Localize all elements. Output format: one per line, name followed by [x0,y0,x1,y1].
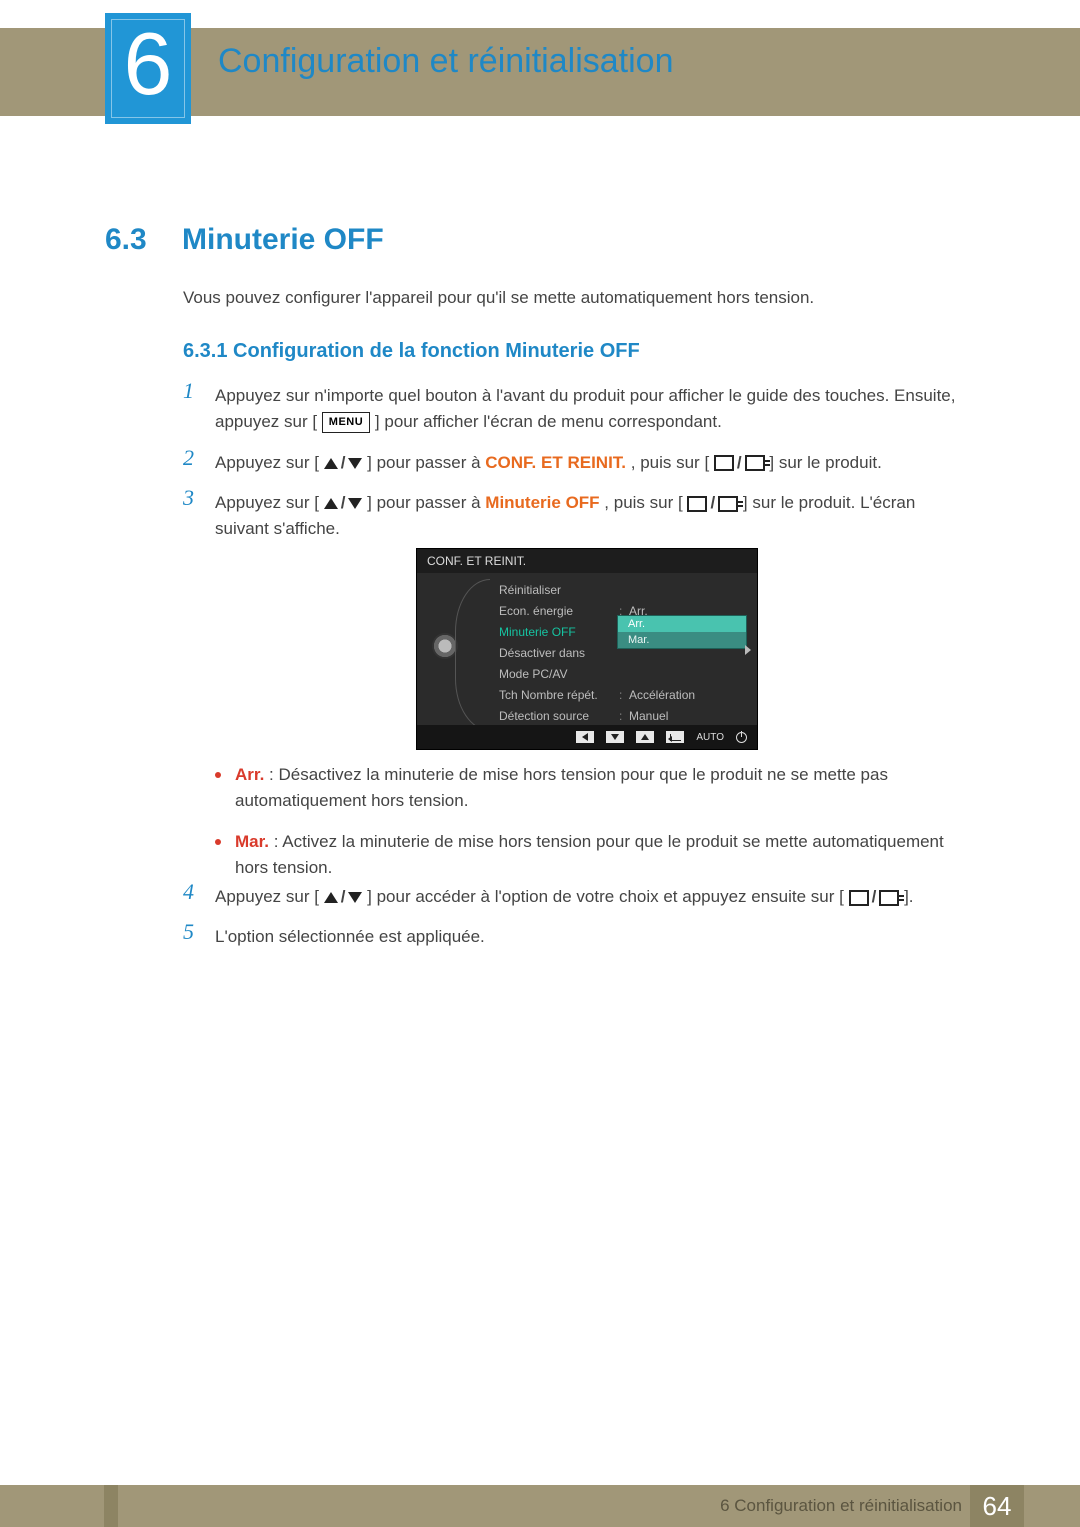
osd-footer-auto: AUTO [696,732,724,743]
steps-list: 1 Appuyez sur n'importe quel bouton à l'… [183,383,973,557]
section-number: 6.3 [105,223,147,257]
step-text: Appuyez sur [ / ] pour accéder à l'optio… [215,884,973,910]
step-text: Appuyez sur [ / ] pour passer à Minuteri… [215,490,973,543]
steps-list-cont: 4 Appuyez sur [ / ] pour accéder à l'opt… [183,884,973,965]
page-number-badge: 64 [970,1485,1024,1527]
text-fragment: ] pour passer à [367,453,485,472]
text-fragment: ] sur le produit. [769,453,881,472]
subsection-heading: 6.3.1 Configuration de la fonction Minut… [183,340,640,363]
osd-row: Réinitialiser [499,579,743,600]
up-arrow-icon [324,498,338,509]
down-arrow-icon [348,498,362,509]
up-arrow-icon [324,892,338,903]
bullet-arr: Arr. : Désactivez la minuterie de mise h… [215,762,975,815]
down-arrow-icon [348,458,362,469]
option-bullets: Arr. : Désactivez la minuterie de mise h… [215,762,975,895]
step-number: 1 [183,380,215,402]
osd-value: Accélération [629,688,743,702]
keyword-arr: Arr. [235,765,264,784]
osd-footer: AUTO [417,725,757,749]
osd-label: Réinitialiser [499,583,619,597]
chapter-number: 6 [124,12,173,114]
step-1: 1 Appuyez sur n'importe quel bouton à l'… [183,383,973,436]
enter-icon [745,455,765,471]
step-4: 4 Appuyez sur [ / ] pour accéder à l'opt… [183,884,973,910]
source-icon [687,496,707,512]
step-number: 3 [183,487,215,509]
bullet-dot-icon [215,772,221,778]
text-fragment: ] pour accéder à l'option de votre choix… [367,887,844,906]
chapter-number-block: 6 [105,13,191,124]
footer-chapter-label: 6 Configuration et réinitialisation [720,1485,962,1527]
text-fragment: , puis sur [ [631,453,709,472]
source-icon [849,890,869,906]
text-fragment: Appuyez sur [ [215,453,319,472]
osd-footer-back-icon [576,731,594,743]
osd-label: Minuterie OFF [499,625,619,639]
osd-label: Mode PC/AV [499,667,619,681]
step-number: 5 [183,921,215,943]
osd-label: Détection source [499,709,619,723]
text-fragment: ] pour passer à [367,493,485,512]
text-fragment: Appuyez sur [ [215,493,319,512]
step-number: 4 [183,881,215,903]
osd-footer-down-icon [606,731,624,743]
keyword-conf-reinit: CONF. ET REINIT. [485,453,626,472]
step-number: 2 [183,447,215,469]
bullet-mar: Mar. : Activez la minuterie de mise hors… [215,829,975,882]
osd-label: Econ. énergie [499,604,619,618]
osd-screenshot: CONF. ET REINIT. Réinitialiser Econ. éne… [416,548,758,750]
osd-arc-decoration [455,579,490,731]
osd-dropdown: Arr. Mar. [617,615,747,649]
text-fragment: , puis sur [ [604,493,682,512]
down-arrow-icon [348,892,362,903]
bullet-dot-icon [215,839,221,845]
chapter-title: Configuration et réinitialisation [218,42,673,81]
section-title: Minuterie OFF [182,223,384,257]
step-5: 5 L'option sélectionnée est appliquée. [183,924,973,950]
up-arrow-icon [324,458,338,469]
step-text: L'option sélectionnée est appliquée. [215,924,973,950]
osd-items: Réinitialiser Econ. énergie : Arr. Minut… [499,579,743,726]
text-fragment: : Activez la minuterie de mise hors tens… [235,832,944,877]
step-text: Appuyez sur n'importe quel bouton à l'av… [215,383,973,436]
osd-dropdown-option-selected: Arr. [618,616,746,632]
text-fragment: : Désactivez la minuterie de mise hors t… [235,765,888,810]
step-text: Appuyez sur [ / ] pour passer à CONF. ET… [215,450,973,476]
osd-dropdown-option: Mar. [618,632,746,648]
text-fragment: Appuyez sur [ [215,887,319,906]
osd-body: Réinitialiser Econ. énergie : Arr. Minut… [417,573,757,738]
osd-label: Désactiver dans [499,646,619,660]
step-3: 3 Appuyez sur [ / ] pour passer à Minute… [183,490,973,543]
manual-page: 6 Configuration et réinitialisation 6.3 … [0,0,1080,1527]
keyword-minuterie-off: Minuterie OFF [485,493,599,512]
enter-icon [718,496,738,512]
text-fragment: ]. [904,887,913,906]
osd-footer-up-icon [636,731,654,743]
osd-title: CONF. ET REINIT. [417,549,757,573]
menu-button-icon: MENU [322,412,370,433]
osd-label: Tch Nombre répét. [499,688,619,702]
text-fragment: ] pour afficher l'écran de menu correspo… [375,412,722,431]
enter-icon [879,890,899,906]
osd-footer-enter-icon [666,731,684,743]
chevron-right-icon [745,645,751,655]
osd-row: Détection source : Manuel [499,705,743,726]
osd-row: Tch Nombre répét. : Accélération [499,684,743,705]
section-intro: Vous pouvez configurer l'appareil pour q… [183,288,814,308]
keyword-mar: Mar. [235,832,269,851]
step-2: 2 Appuyez sur [ / ] pour passer à CONF. … [183,450,973,476]
footer-accent [104,1485,118,1527]
osd-value: Manuel [629,709,743,723]
osd-row: Mode PC/AV [499,663,743,684]
power-icon [736,732,747,743]
source-icon [714,455,734,471]
